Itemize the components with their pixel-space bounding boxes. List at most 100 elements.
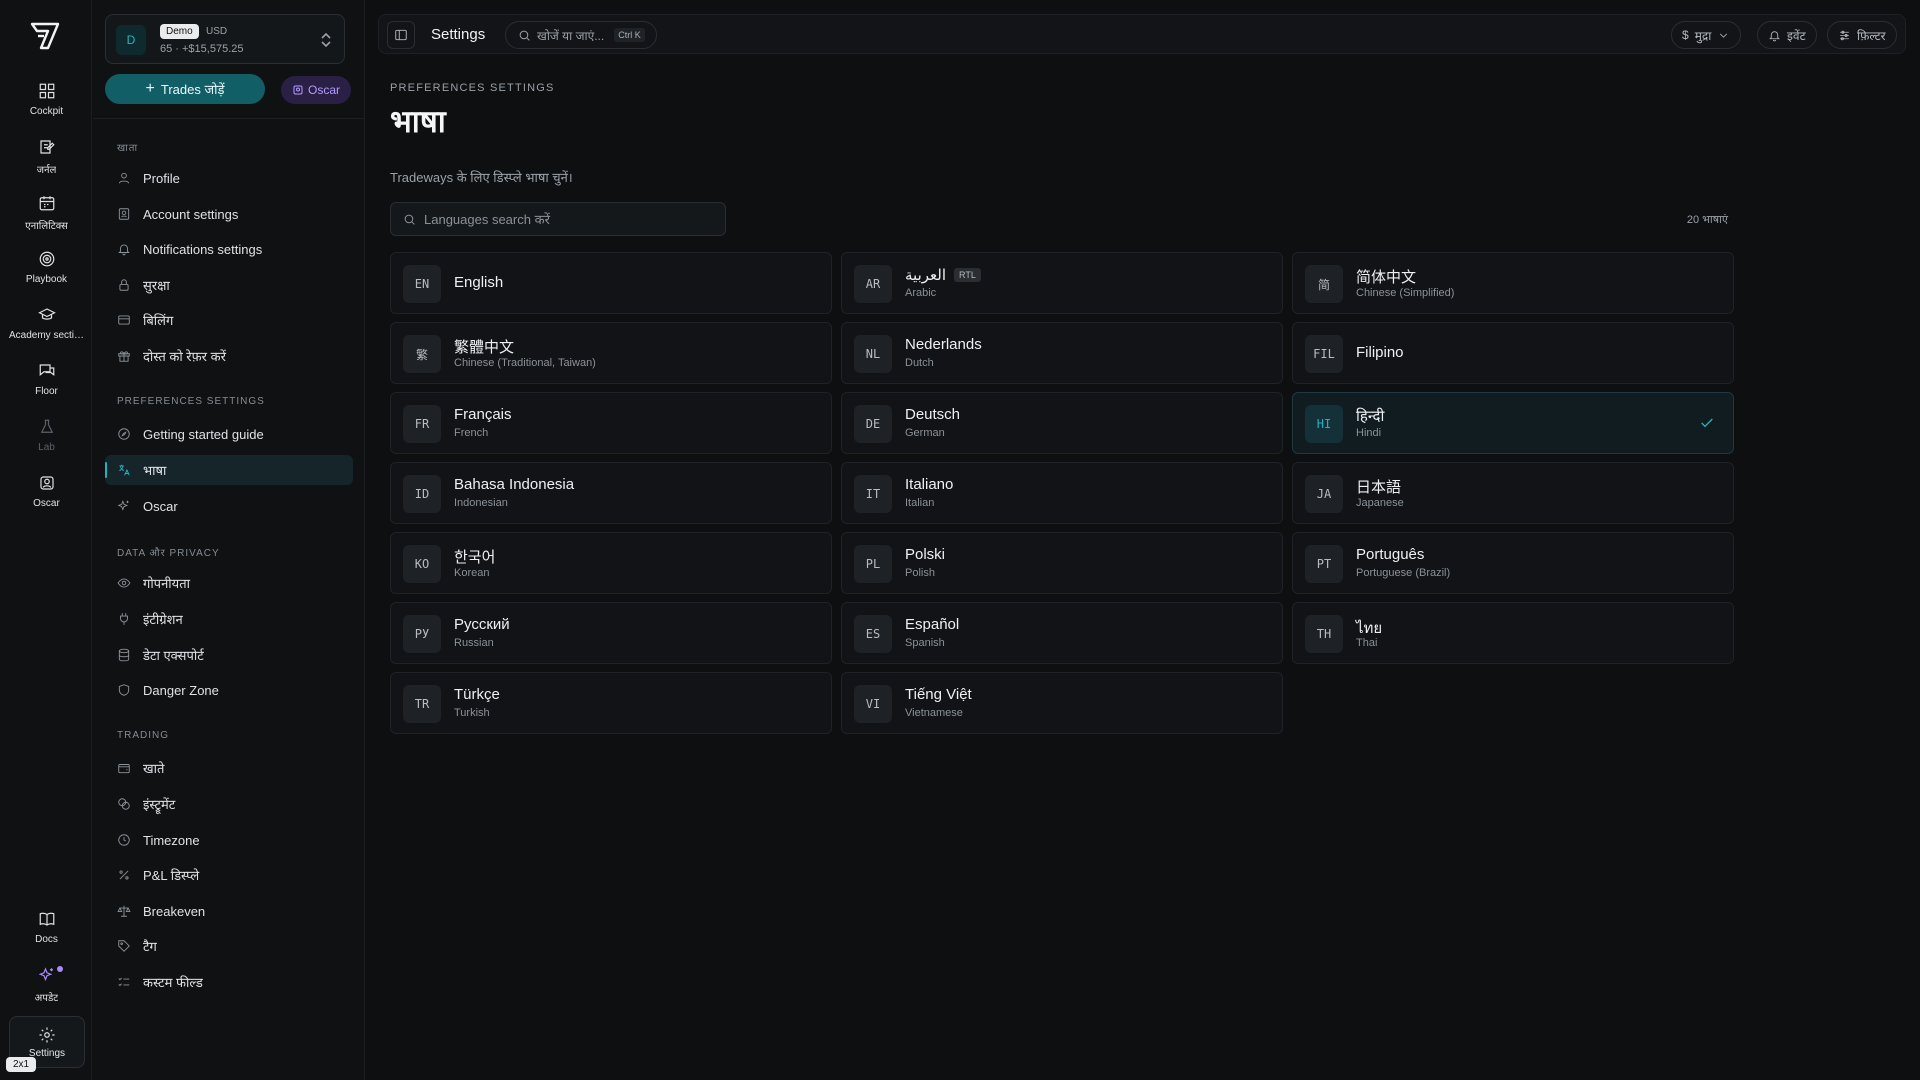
sidebar-item-tags[interactable]: टैग	[105, 931, 353, 961]
rail-analytics[interactable]: एनालिटिक्स	[4, 194, 89, 246]
bot-icon	[293, 85, 303, 95]
currency-label: मुद्रा	[1694, 28, 1712, 43]
currency-selector[interactable]: $ मुद्रा	[1671, 21, 1742, 49]
rail-oscar[interactable]: Oscar	[4, 474, 89, 526]
sidebar-item-language[interactable]: भाषा	[105, 455, 353, 485]
language-option[interactable]: AR العربية RTL Arabic	[841, 252, 1283, 314]
account-switcher[interactable]: D Demo USD 65 · +$15,575.25	[105, 14, 345, 64]
language-option[interactable]: EN English	[390, 252, 832, 314]
sidebar-item-timezone[interactable]: Timezone	[105, 825, 353, 855]
settings-sidebar: D Demo USD 65 · +$15,575.25 + Trades जोड…	[93, 0, 365, 1080]
language-option[interactable]: DE Deutsch German	[841, 392, 1283, 454]
panel-left-icon	[395, 29, 407, 41]
search-icon	[404, 214, 415, 225]
sidebar-item-label: टैग	[143, 939, 157, 954]
language-option[interactable]: 简简体中文 Chinese (Simplified)	[1292, 252, 1734, 314]
events-button[interactable]: इवेंट	[1757, 21, 1817, 49]
gift-icon	[118, 351, 130, 362]
language-name-row: Bahasa Indonesia	[454, 476, 574, 493]
language-name: हिन्दी	[1356, 408, 1385, 425]
shield-icon	[118, 684, 130, 696]
language-english-name: Italian	[905, 497, 935, 509]
rail-journal[interactable]: जर्नल	[4, 138, 89, 190]
oscar-button[interactable]: Oscar	[281, 76, 351, 104]
language-name-row: العربية RTL	[905, 266, 981, 284]
rail-lab[interactable]: Lab	[4, 418, 89, 470]
sidebar-item-oscar[interactable]: Oscar	[105, 491, 353, 521]
sidebar-item-label: Notifications settings	[143, 241, 263, 257]
account-balance: 65 · +$15,575.25	[160, 43, 244, 55]
global-search[interactable]: खोजें या जाएं... Ctrl K	[505, 21, 657, 49]
language-code: PT	[1305, 545, 1343, 583]
heading: भाषा	[390, 104, 446, 139]
clock-icon	[118, 834, 130, 846]
language-name: Tiếng Việt	[905, 686, 972, 703]
sidebar-item-getting-started[interactable]: Getting started guide	[105, 419, 353, 449]
sidebar-item-custom-fields[interactable]: कस्टम फील्ड	[105, 967, 353, 997]
language-code: ID	[403, 475, 441, 513]
language-option[interactable]: TH ไทย Thai	[1292, 602, 1734, 664]
rail-cockpit[interactable]: Cockpit	[4, 82, 89, 134]
filter-button[interactable]: फ़िल्टर	[1827, 21, 1897, 49]
language-option[interactable]: NL Nederlands Dutch	[841, 322, 1283, 384]
sidebar-item-integrations[interactable]: इंटीग्रेशन	[105, 604, 353, 634]
sidebar-item-label: खाते	[143, 761, 165, 776]
page-title: Settings	[431, 26, 486, 43]
sidebar-item-accounts[interactable]: खाते	[105, 753, 353, 783]
sidebar-item-breakeven[interactable]: Breakeven	[105, 896, 353, 926]
language-code: DE	[854, 405, 892, 443]
language-option[interactable]: ID Bahasa Indonesia Indonesian	[390, 462, 832, 524]
language-option[interactable]: ES Español Spanish	[841, 602, 1283, 664]
language-name: Filipino	[1356, 344, 1404, 361]
language-option[interactable]: JA 日本語 Japanese	[1292, 462, 1734, 524]
language-option[interactable]: PT Português Portuguese (Brazil)	[1292, 532, 1734, 594]
language-option[interactable]: TR Türkçe Turkish	[390, 672, 832, 734]
language-option[interactable]: 繁繁體中文 Chinese (Traditional, Taiwan)	[390, 322, 832, 384]
scale-icon	[117, 905, 131, 917]
language-option[interactable]: PL Polski Polish	[841, 532, 1283, 594]
rail-label: जर्नल	[36, 165, 57, 176]
sidebar-item-notifications[interactable]: Notifications settings	[105, 234, 353, 264]
compass-icon	[118, 428, 130, 440]
rail-playbook[interactable]: Playbook	[4, 250, 89, 302]
rail-academy[interactable]: Academy secti…	[4, 306, 89, 358]
translate-icon	[119, 464, 130, 476]
sidebar-toggle-button[interactable]	[387, 21, 415, 49]
rail-floor[interactable]: Floor	[4, 362, 89, 414]
sidebar-item-billing[interactable]: बिलिंग	[105, 305, 353, 335]
sidebar-item-instruments[interactable]: इंस्ट्रूमेंट	[105, 789, 353, 819]
rail-docs[interactable]: Docs	[4, 910, 89, 962]
language-search-input[interactable]: Languages search करें	[390, 202, 726, 236]
language-name-row: Polski	[905, 546, 945, 563]
sidebar-item-refer[interactable]: दोस्त को रेफ़र करें	[105, 341, 353, 371]
sidebar-item-privacy[interactable]: गोपनीयता	[105, 568, 353, 598]
language-code: 繁	[403, 335, 441, 373]
language-option[interactable]: РУ Русский Russian	[390, 602, 832, 664]
language-option[interactable]: HI हिन्दी Hindi	[1292, 392, 1734, 454]
credit-card-icon	[118, 315, 130, 325]
language-code: AR	[854, 265, 892, 303]
sidebar-item-danger-zone[interactable]: Danger Zone	[105, 675, 353, 705]
sidebar-item-data-export[interactable]: डेटा एक्सपोर्ट	[105, 640, 353, 670]
account-type-badge: Demo	[160, 24, 199, 39]
language-option[interactable]: FR Français French	[390, 392, 832, 454]
language-option[interactable]: IT Italiano Italian	[841, 462, 1283, 524]
sidebar-item-security[interactable]: सुरक्षा	[105, 270, 353, 300]
language-option[interactable]: VI Tiếng Việt Vietnamese	[841, 672, 1283, 734]
language-english-name: Chinese (Traditional, Taiwan)	[454, 357, 596, 369]
sidebar-item-label: गोपनीयता	[143, 576, 190, 591]
rail-updates[interactable]: अपडेट	[4, 966, 89, 1018]
rail-label: Docs	[35, 934, 58, 945]
search-icon	[519, 30, 530, 41]
logo-icon[interactable]	[28, 18, 64, 54]
language-option[interactable]: KO 한국어 Korean	[390, 532, 832, 594]
search-placeholder: Languages search करें	[424, 212, 550, 227]
add-trades-button[interactable]: + Trades जोड़ें	[105, 74, 265, 104]
chevron-updown-icon	[321, 32, 331, 48]
language-option[interactable]: FIL Filipino	[1292, 322, 1734, 384]
sidebar-item-profile[interactable]: Profile	[105, 163, 353, 193]
sidebar-item-pnl-display[interactable]: P&L डिस्प्ले	[105, 860, 353, 890]
tag-icon	[118, 940, 130, 952]
sidebar-item-account-settings[interactable]: Account settings	[105, 199, 353, 229]
coins-icon	[118, 798, 130, 810]
